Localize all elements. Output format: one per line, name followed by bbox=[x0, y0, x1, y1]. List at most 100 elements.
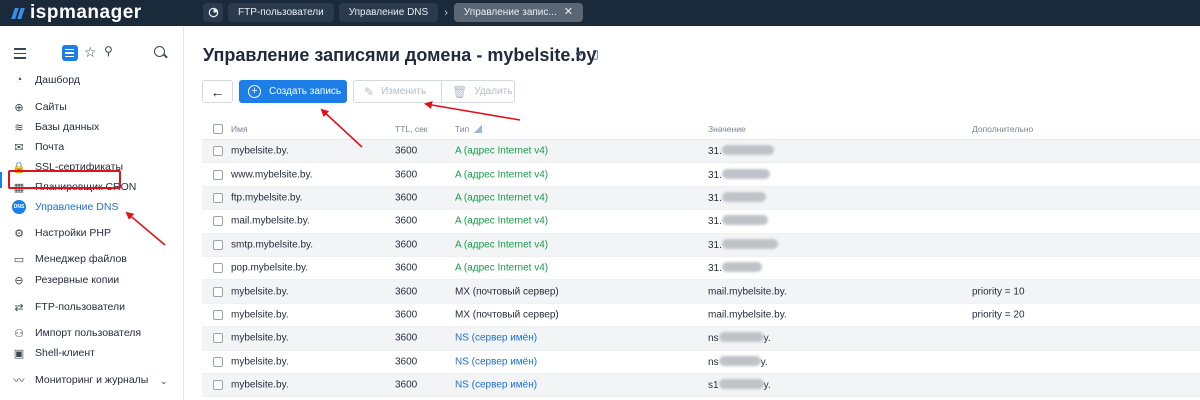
column-header-ttl[interactable]: TTL, сек bbox=[395, 124, 428, 134]
logo[interactable]: ispmanager bbox=[11, 2, 142, 24]
row-checkbox[interactable] bbox=[213, 380, 223, 391]
sidebar-item-0[interactable]: ◔ Дашборд bbox=[12, 72, 80, 88]
table-row[interactable]: mybelsite.by. 3600 A (адрес Internet v4) 31… bbox=[202, 140, 1200, 164]
sidebar-item-label: Базы данных bbox=[35, 121, 100, 133]
sidebar-item-1[interactable]: ⊕ Сайты bbox=[12, 99, 67, 115]
sidebar-item-8[interactable]: ▭ Менеджер файлов bbox=[12, 251, 127, 267]
active-indicator bbox=[0, 172, 2, 188]
sidebar-item-7[interactable]: ⚙ Настройки PHP bbox=[12, 225, 111, 241]
select-all-checkbox[interactable] bbox=[213, 124, 223, 134]
row-checkbox[interactable] bbox=[213, 356, 223, 367]
table-row[interactable]: www.mybelsite.by. 3600 A (адрес Internet v… bbox=[202, 163, 1200, 187]
sidebar-item-label: Почта bbox=[35, 141, 65, 153]
row-checkbox[interactable] bbox=[213, 169, 223, 180]
link-icon[interactable]: ⚭ bbox=[574, 47, 584, 61]
cell-type: A (адрес Internet v4) bbox=[455, 215, 549, 227]
table-row[interactable]: mail.mybelsite.by. 3600 A (адрес Internet … bbox=[202, 210, 1200, 234]
cell-value-prefix: 31. bbox=[708, 169, 722, 181]
column-header-type[interactable]: Тип bbox=[455, 124, 483, 134]
page-title: Управление записями домена - mybelsite.b… bbox=[203, 45, 597, 65]
sort-icon bbox=[474, 125, 483, 133]
cell-value-prefix: 31. bbox=[708, 192, 722, 204]
sidebar-item-label: Сайты bbox=[35, 101, 67, 113]
cell-type: A (адрес Internet v4) bbox=[455, 239, 549, 251]
sidebar-item-9[interactable]: ⊖ Резервные копии bbox=[12, 272, 119, 288]
sidebar-item-6[interactable]: DNS Управление DNS bbox=[12, 199, 118, 215]
sidebar-item-label: Настройки PHP bbox=[35, 227, 111, 239]
row-checkbox[interactable] bbox=[213, 216, 223, 227]
cell-name: mybelsite.by. bbox=[231, 286, 289, 298]
dns-icon: DNS bbox=[12, 200, 26, 214]
redacted-blur bbox=[718, 355, 761, 366]
backup-icon: ⊖ bbox=[14, 274, 24, 287]
breadcrumb-ftp-users[interactable]: FTP-пользователи bbox=[228, 3, 334, 22]
table-row[interactable]: ftp.mybelsite.by. 3600 A (адрес Internet v… bbox=[202, 186, 1200, 211]
cell-value-suffix: y. bbox=[760, 356, 768, 368]
sidebar-item-13[interactable]: 〰 Мониторинг и журналы bbox=[12, 372, 149, 388]
plus-circle-icon: + bbox=[248, 85, 261, 98]
cell-value: mail.mybelsite.by. bbox=[708, 286, 787, 297]
dashboard-shortcut-button[interactable] bbox=[203, 3, 223, 22]
php-icon: ⚙ bbox=[14, 227, 24, 240]
pin-icon[interactable]: ⚲ bbox=[104, 44, 113, 58]
mail-icon: ✉ bbox=[14, 141, 24, 154]
row-checkbox[interactable] bbox=[213, 309, 223, 320]
table-row[interactable]: mybelsite.by. 3600 NS (сервер имён) ns y. bbox=[202, 327, 1200, 351]
row-checkbox[interactable] bbox=[213, 333, 223, 344]
table-row[interactable]: mybelsite.by. 3600 NS (сервер имён) ns y. bbox=[202, 351, 1200, 374]
terminal-icon: ▣ bbox=[13, 347, 25, 360]
edit-button[interactable]: ✎ Изменить bbox=[354, 81, 442, 102]
delete-button[interactable]: 🗑 Удалить bbox=[442, 81, 512, 102]
column-header-value[interactable]: Значение bbox=[708, 124, 746, 134]
sidebar-item-3[interactable]: ✉ Почта bbox=[12, 139, 64, 155]
star-icon[interactable]: ☆ bbox=[84, 44, 97, 61]
cell-value-prefix: ns bbox=[708, 333, 719, 345]
cell-extra: priority = 10 bbox=[972, 286, 1025, 298]
back-button[interactable]: ← bbox=[202, 80, 233, 103]
breadcrumb-current[interactable]: Управление запис... ✕ bbox=[453, 3, 583, 22]
table-row[interactable]: mybelsite.by. 3600 NS (сервер имён) s1 y. bbox=[202, 373, 1200, 398]
create-record-label: Создать запись bbox=[269, 86, 342, 97]
delete-label: Удалить bbox=[474, 86, 513, 97]
table-row[interactable]: pop.mybelsite.by. 3600 A (адрес Internet v… bbox=[202, 257, 1200, 281]
close-icon[interactable]: ✕ bbox=[564, 3, 573, 22]
cell-type: MX (почтовый сервер) bbox=[455, 286, 559, 298]
row-checkbox[interactable] bbox=[213, 263, 223, 274]
sidebar-item-10[interactable]: ⇄ FTP-пользователи bbox=[12, 299, 125, 315]
sidebar-item-12[interactable]: ▣ Shell-клиент bbox=[12, 345, 95, 361]
table-row[interactable]: smtp.mybelsite.by. 3600 A (адрес Internet … bbox=[202, 233, 1200, 257]
cell-name: smtp.mybelsite.by. bbox=[231, 239, 314, 251]
sidebar-item-label: Дашборд bbox=[35, 74, 80, 86]
cell-value: 31. bbox=[708, 262, 762, 274]
redacted-blur bbox=[721, 262, 762, 273]
breadcrumb-dns[interactable]: Управление DNS bbox=[338, 3, 439, 22]
row-checkbox[interactable] bbox=[213, 192, 223, 203]
dashboard-icon: ◔ bbox=[15, 74, 23, 86]
column-header-name[interactable]: Имя bbox=[231, 124, 248, 134]
cell-value: 31. bbox=[708, 168, 770, 181]
chevron-down-icon[interactable]: ⌄ bbox=[160, 376, 168, 387]
table-row[interactable]: mybelsite.by. 3600 MX (почтовый сервер) mai… bbox=[202, 280, 1200, 304]
cell-type: NS (сервер имён) bbox=[455, 356, 538, 368]
redacted-blur bbox=[721, 168, 770, 179]
cell-value: 31. bbox=[708, 145, 774, 157]
title-actions: ⚭ ▯ bbox=[574, 47, 599, 61]
row-checkbox[interactable] bbox=[213, 286, 223, 297]
document-icon[interactable]: ▯ bbox=[592, 47, 599, 61]
sidebar-item-2[interactable]: ≋ Базы данных bbox=[12, 119, 99, 135]
column-header-extra[interactable]: Дополнительно bbox=[972, 124, 1033, 134]
row-checkbox[interactable] bbox=[213, 146, 223, 157]
cell-value: s1 y. bbox=[708, 379, 771, 391]
row-checkbox[interactable] bbox=[213, 239, 223, 250]
cell-name: mail.mybelsite.by. bbox=[231, 215, 310, 227]
search-icon[interactable] bbox=[154, 46, 165, 57]
menu-icon[interactable] bbox=[14, 48, 26, 59]
sidebar-item-label: FTP-пользователи bbox=[35, 301, 125, 313]
cell-name: mybelsite.by. bbox=[231, 309, 289, 321]
cell-value: ns y. bbox=[708, 332, 771, 344]
list-view-icon[interactable] bbox=[62, 45, 78, 61]
table-row[interactable]: mybelsite.by. 3600 MX (почтовый сервер) mai… bbox=[202, 304, 1200, 328]
sidebar-item-11[interactable]: ⚇ Импорт пользователя bbox=[12, 325, 141, 341]
cell-type: A (адрес Internet v4) bbox=[455, 145, 549, 157]
create-record-button[interactable]: + Создать запись bbox=[239, 80, 347, 103]
